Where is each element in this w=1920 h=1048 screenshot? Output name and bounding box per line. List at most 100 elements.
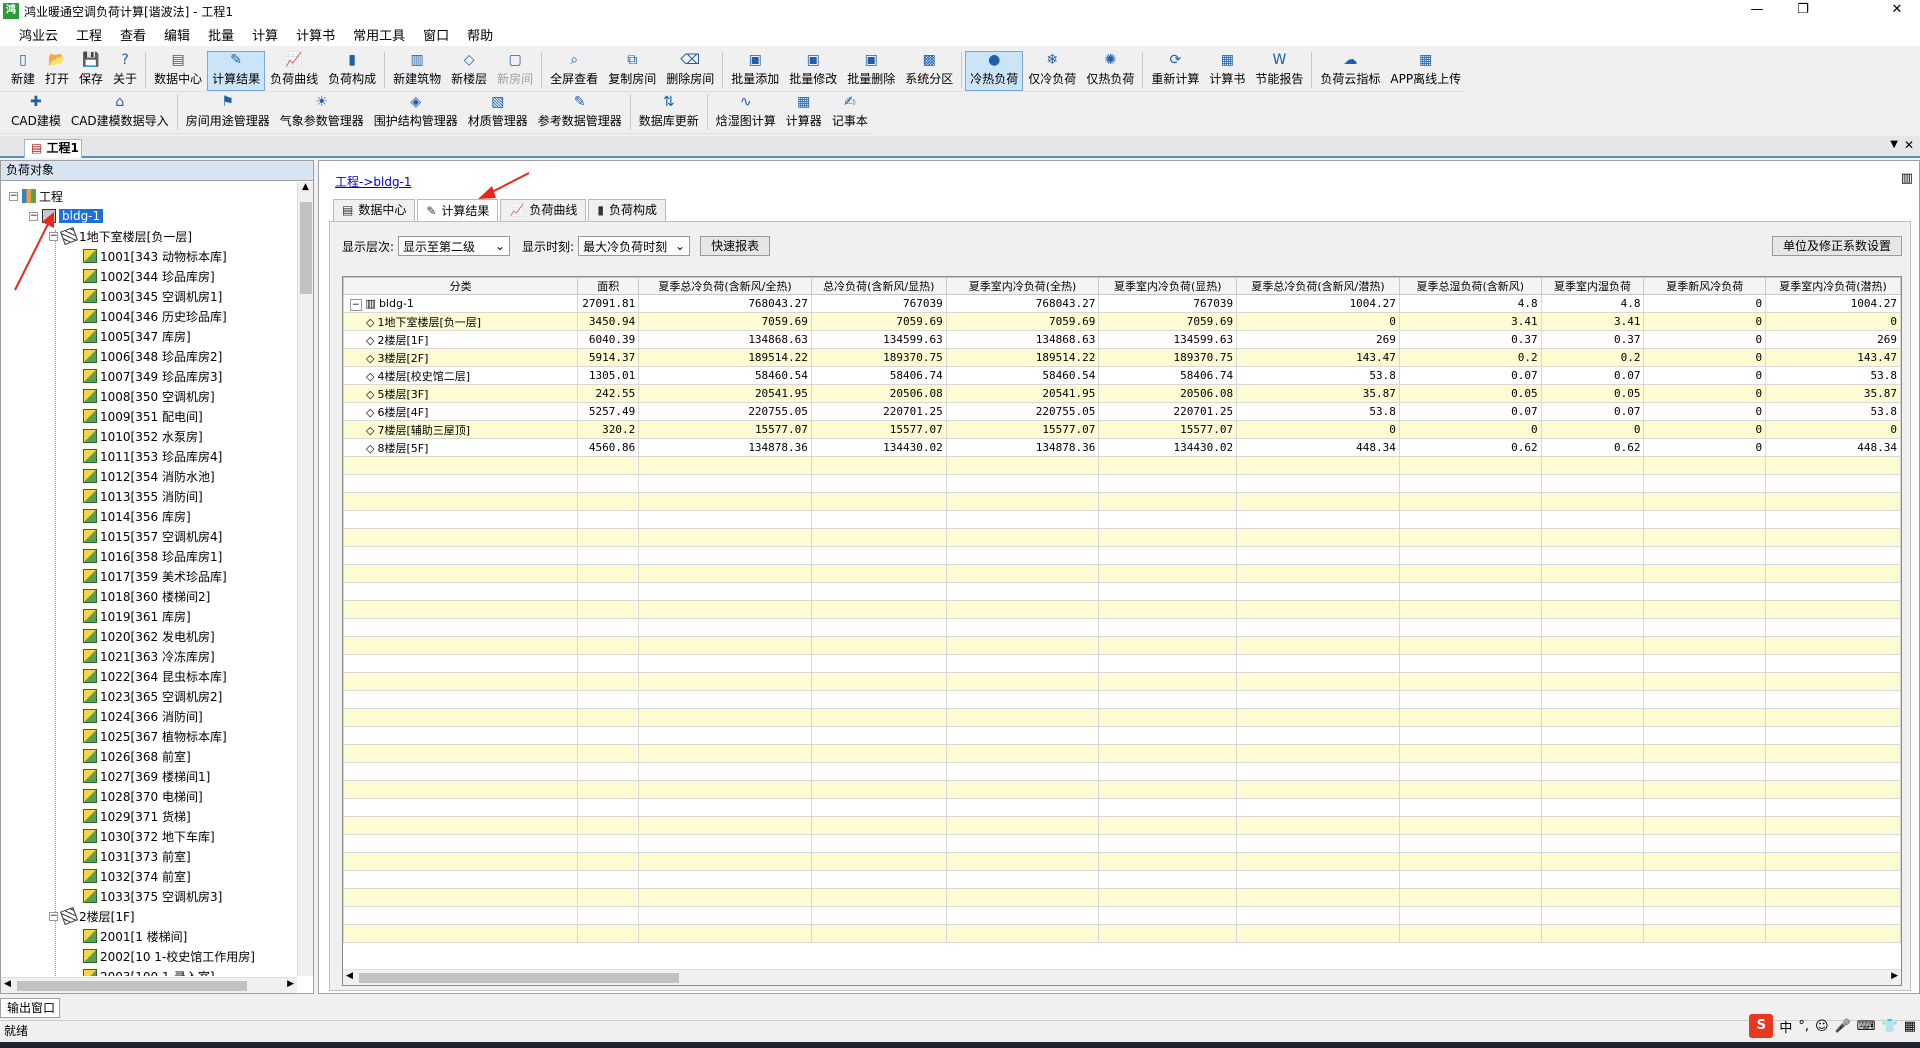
tree-node-room[interactable]: 1033[375 空调机房3] [83,886,222,906]
collapse-icon[interactable]: − [9,191,18,201]
column-header[interactable]: 夏季室内湿负荷 [1540,277,1645,295]
toolbar1-button-11[interactable]: ⌕ 全屏查看 [545,51,603,91]
tree-node-room[interactable]: 1015[357 空调机房4] [83,526,222,546]
toolbar2-button-3[interactable]: ☀ 气象参数管理器 [275,93,369,133]
toolbar1-button-8[interactable]: ▥ 新建筑物 [388,51,446,91]
table-row[interactable] [343,852,1901,871]
toolbar1-button-4[interactable]: ▤ 数据中心 [149,51,207,91]
column-header[interactable]: 夏季室内冷负荷(潜热) [1765,277,1901,295]
toolbar1-button-1[interactable]: 📂 打开 [40,51,74,91]
collapse-icon[interactable]: − [29,211,38,221]
keyboard-icon[interactable]: ⌨ [1857,1019,1876,1034]
tree-node-room[interactable]: 1031[373 前室] [83,846,191,866]
toolbar1-button-12[interactable]: ⧉ 复制房间 [603,51,661,91]
breadcrumb[interactable]: 工程->bldg-1 [335,173,412,190]
tree-hscroll-thumb[interactable] [17,981,247,991]
table-row[interactable] [343,816,1901,835]
tree-node-room[interactable]: 1027[369 楼梯间1] [83,766,210,786]
toolbar1-button-19[interactable]: ❄ 仅冷负荷 [1023,51,1081,91]
punctuation-icon[interactable]: °, [1798,1019,1809,1034]
tree-node-room[interactable]: 2001[1 楼梯间] [83,926,187,946]
scroll-right-icon[interactable]: ▶ [1891,971,1898,981]
toolbar1-button-22[interactable]: ▦ 计算书 [1204,51,1250,91]
table-row[interactable] [343,798,1901,817]
column-header[interactable]: 总冷负荷(含新风/显热) [810,277,947,295]
toolbar1-button-10[interactable]: ▢ 新房间 [492,51,538,91]
tree-node-floor[interactable]: − 1地下室楼层[负一层] [49,226,192,246]
tree-node-room[interactable]: 1001[343 动物标本库] [83,246,227,266]
toolbar1-button-15[interactable]: ▣ 批量修改 [784,51,842,91]
tree-node-room[interactable]: 1012[354 消防水池] [83,466,215,486]
tab-close-icon[interactable]: ✕ [1904,138,1914,152]
tree-node-floor[interactable]: − 2楼层[1F] [49,906,135,926]
tree-node-room[interactable]: 1028[370 电梯间] [83,786,203,806]
tree-node-room[interactable]: 1021[363 冷冻库房] [83,646,215,666]
table-row[interactable]: ◇ 6楼层[4F] 5257.49 220755.05 220701.25 220755.… [343,402,1901,421]
sogou-ime-icon[interactable]: S [1749,1014,1774,1038]
toolbar1-button-5[interactable]: ✎ 计算结果 [207,51,266,91]
tree-node-building[interactable]: − bldg-1 [29,206,104,226]
table-row[interactable]: ◇ 7楼层[辅助三屋顶] 320.2 15577.07 15577.07 15577.07… [343,420,1901,439]
tree-node-room[interactable]: 1023[365 空调机房2] [83,686,222,706]
tree-node-room[interactable]: 1002[344 珍品库房] [83,266,215,286]
ime-mode[interactable]: 中 [1779,1017,1792,1036]
table-row[interactable] [343,690,1901,709]
tree-node-room[interactable]: 1016[358 珍品库房1] [83,546,222,566]
tab-result[interactable]: ✎ 计算结果 [417,199,499,222]
scroll-right-icon[interactable]: ▶ [287,979,294,989]
table-row[interactable] [343,870,1901,889]
minimize-button[interactable]: — [1734,0,1780,22]
tree-scroll-thumb[interactable] [300,202,312,294]
scroll-left-icon[interactable]: ◀ [346,971,353,981]
table-row[interactable] [343,546,1901,565]
collapse-icon[interactable]: − [49,231,58,241]
tree-node-room[interactable]: 1009[351 配电间] [83,406,203,426]
table-row[interactable]: ◇ 3楼层[2F] 5914.37 189514.22 189370.75 189514.… [343,348,1901,367]
toolbar1-button-20[interactable]: ✺ 仅热负荷 [1081,51,1139,91]
tree-node-room[interactable]: 1010[352 水泵房] [83,426,203,446]
tree-node-room[interactable]: 1018[360 楼梯间2] [83,586,210,606]
table-row[interactable] [343,492,1901,511]
tab-composition[interactable]: ▮ 负荷构成 [588,199,667,221]
table-row[interactable] [343,726,1901,745]
menu-item-5[interactable]: 计算 [243,25,287,44]
tree-node-room[interactable]: 1003[345 空调机房1] [83,286,222,306]
emoji-icon[interactable]: ☺ [1815,1019,1829,1034]
mic-icon[interactable]: 🎤 [1835,1019,1851,1034]
tree-node-room[interactable]: 1006[348 珍品库房2] [83,346,222,366]
toolbar1-button-25[interactable]: ▦ APP离线上传 [1385,51,1466,91]
column-header[interactable]: 夏季总冷负荷(含新风/全热) [638,277,812,295]
table-row[interactable] [343,474,1901,493]
toolbar1-button-9[interactable]: ◇ 新楼层 [446,51,492,91]
table-row[interactable] [343,654,1901,673]
toolbox-icon[interactable]: ▦ [1904,1019,1916,1034]
toolbar1-button-17[interactable]: ▩ 系统分区 [900,51,958,91]
column-header[interactable]: 夏季总冷负荷(含新风/潜热) [1236,277,1400,295]
document-tab[interactable]: ▤ 工程1 [24,139,82,158]
menu-item-4[interactable]: 批量 [199,25,243,44]
toolbar1-button-13[interactable]: ⌫ 删除房间 [661,51,719,91]
table-row[interactable]: − ▥ bldg-1 27091.81 768043.27 767039 768043.27… [343,294,1901,313]
toolbar2-button-2[interactable]: ⚑ 房间用途管理器 [181,93,275,133]
table-row[interactable] [343,564,1901,583]
time-select[interactable]: 最大冷负荷时刻 ⌄ [578,236,691,256]
toolbar1-button-0[interactable]: ▯ 新建 [6,51,40,91]
toolbar2-button-0[interactable]: ✚ CAD建模 [6,93,66,133]
tree-node-room[interactable]: 1014[356 库房] [83,506,191,526]
tree-node-room[interactable]: 1008[350 空调机房] [83,386,215,406]
table-row[interactable]: ◇ 1地下室楼层[负一层] 3450.94 7059.69 7059.69 7059.69… [343,312,1901,331]
toolbar1-button-2[interactable]: 💾 保存 [74,51,108,91]
unit-settings-button[interactable]: 单位及修正系数设置 [1771,236,1902,256]
table-row[interactable] [343,456,1901,475]
tree-node-room[interactable]: 1020[362 发电机房] [83,626,215,646]
toolbar2-button-10[interactable]: ✍ 记事本 [827,93,873,133]
tree-node-room[interactable]: 1019[361 库房] [83,606,191,626]
toolbar1-button-14[interactable]: ▣ 批量添加 [726,51,784,91]
table-row[interactable]: ◇ 8楼层[5F] 4560.86 134878.36 134430.02 134878.… [343,438,1901,457]
toolbar1-button-6[interactable]: 📈 负荷曲线 [265,51,323,91]
grid-horizontal-scrollbar[interactable]: ◀ ▶ [343,969,1901,985]
menu-item-3[interactable]: 编辑 [155,25,199,44]
tree-node-project[interactable]: − 工程 [9,186,63,206]
level-select[interactable]: 显示至第二级 ⌄ [398,236,511,256]
output-window-tab[interactable]: 输出窗口 [0,998,60,1018]
